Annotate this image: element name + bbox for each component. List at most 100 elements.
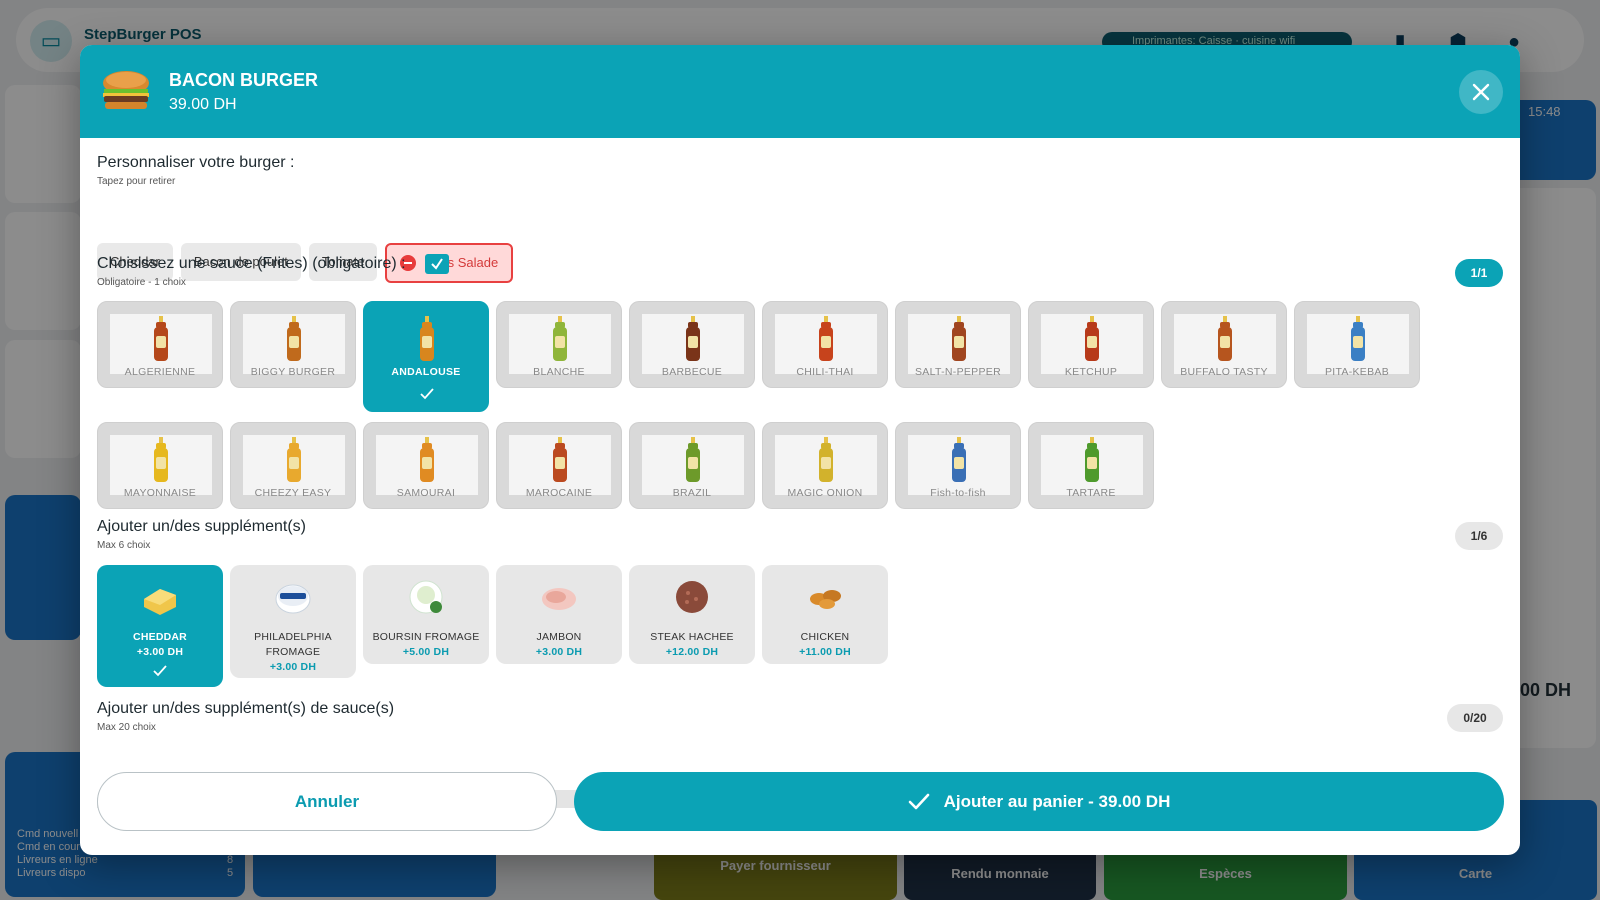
sauce-bottle-image <box>110 435 212 495</box>
supplement-image <box>810 590 841 609</box>
supplement-option-chicken[interactable]: CHICKEN +11.00 DH <box>762 565 888 664</box>
sauce-option-label: KETCHUP <box>1064 366 1118 378</box>
supplement-label: JAMBON +3.00 DH <box>500 630 618 660</box>
sauce-option-samourai[interactable]: SAMOURAI <box>363 422 489 509</box>
sauce-bottle-icon <box>420 437 434 482</box>
supplement-label: PHILADELPHIA FROMAGE +3.00 DH <box>234 630 352 675</box>
sauce-bottle-icon <box>287 316 301 361</box>
sauce-bottle-image <box>908 435 1010 495</box>
supplement-price: +3.00 DH <box>269 661 317 673</box>
sauce-bottle-image <box>642 435 744 495</box>
close-icon <box>1472 83 1490 101</box>
sauce-bottle-icon <box>154 316 168 361</box>
sauce-bottle-icon <box>154 437 168 482</box>
sauce-bottle-icon <box>420 316 434 361</box>
sauce-option-label: MAROCAINE <box>525 487 593 499</box>
sauce-supplements-title: Ajouter un/des supplément(s) de sauce(s) <box>97 700 395 717</box>
supplement-image <box>275 584 311 614</box>
sauce-option-label: TARTARE <box>1066 487 1116 499</box>
supplement-name: STEAK HACHEE <box>650 631 734 643</box>
sauce-title: Choisissez une sauce (Frites) (obligatoi… <box>97 255 406 272</box>
sauce-option-brazil[interactable]: BRAZIL <box>629 422 755 509</box>
sauce-option-label: ALGERIENNE <box>124 366 196 378</box>
sauce-option-label: BUFFALO TASTY <box>1180 366 1268 378</box>
sauce-option-tartare[interactable]: TARTARE <box>1028 422 1154 509</box>
sauce-bottle-image <box>775 314 877 374</box>
sauce-bottle-icon <box>819 437 833 482</box>
close-button[interactable] <box>1459 70 1503 114</box>
sauce-option-biggy-burger[interactable]: BIGGY BURGER <box>230 301 356 388</box>
sauce-option-label: MAGIC ONION <box>787 487 863 499</box>
supplement-price: +12.00 DH <box>665 646 719 658</box>
add-to-cart-label: Ajouter au panier - 39.00 DH <box>943 791 1171 811</box>
sauce-bottle-image <box>908 314 1010 374</box>
sauce-option-chili-thai[interactable]: CHILI-THAI <box>762 301 888 388</box>
supplement-label: STEAK HACHEE +12.00 DH <box>633 630 751 660</box>
sauce-option-andalouse[interactable]: ANDALOUSE <box>363 301 489 412</box>
product-title: BACON BURGER <box>169 70 319 90</box>
customize-title: Personnaliser votre burger : <box>97 154 295 171</box>
sauce-option-salt-n-pepper[interactable]: SALT-N-PEPPER <box>895 301 1021 388</box>
sauce-option-blanche[interactable]: BLANCHE <box>496 301 622 388</box>
supplements-subtitle: Max 6 choix <box>97 540 151 551</box>
sauce-bottle-icon <box>952 316 966 361</box>
burger-icon <box>103 71 149 109</box>
sauce-bottle-image <box>243 435 345 495</box>
supplement-image <box>676 581 708 613</box>
sauce-option-mayonnaise[interactable]: MAYONNAISE <box>97 422 223 509</box>
supplement-name: CHICKEN <box>800 631 850 643</box>
sauce-option-label: SAMOURAI <box>396 487 456 499</box>
supplement-option-jambon[interactable]: JAMBON +3.00 DH <box>496 565 622 664</box>
supplement-option-steak-hachee[interactable]: STEAK HACHEE +12.00 DH <box>629 565 755 664</box>
sauce-option-label: SALT-N-PEPPER <box>915 366 1001 378</box>
supplements-count-badge: 1/6 <box>1455 522 1503 550</box>
sauce-option-cheezy-easy[interactable]: CHEEZY EASY <box>230 422 356 509</box>
sauce-bottle-icon <box>553 316 567 361</box>
sauce-bottle-image <box>509 435 611 495</box>
sauce-bottle-icon <box>952 437 966 482</box>
supplement-label: CHEDDAR +3.00 DH <box>101 630 219 660</box>
modal-body[interactable]: Personnaliser votre burger : Tapez pour … <box>80 138 1520 808</box>
sauce-option-algerienne[interactable]: ALGERIENNE <box>97 301 223 388</box>
supplement-label: CHICKEN +11.00 DH <box>766 630 884 660</box>
sauce-option-ketchup[interactable]: KETCHUP <box>1028 301 1154 388</box>
sauce-bottle-icon <box>1085 316 1099 361</box>
sauce-count-badge: 1/1 <box>1455 259 1503 287</box>
supplement-option-boursin-fromage[interactable]: BOURSIN FROMAGE +5.00 DH <box>363 565 489 664</box>
customize-subtitle: Tapez pour retirer <box>97 176 176 187</box>
sauce-option-label: Fish-to-fish <box>930 487 986 499</box>
sauce-supplements-count-badge: 0/20 <box>1447 704 1503 732</box>
sauce-bottle-image <box>1041 435 1143 495</box>
sauce-bottle-image <box>509 314 611 374</box>
supplement-price: +5.00 DH <box>402 646 450 658</box>
sauce-supplements-subtitle: Max 20 choix <box>97 722 156 733</box>
supplement-image <box>542 588 576 610</box>
sauce-bottle-image <box>1041 314 1143 374</box>
sauce-option-pita-kebab[interactable]: PITA-KEBAB <box>1294 301 1420 388</box>
sauce-option-fish-to-fish[interactable]: Fish-to-fish <box>895 422 1021 509</box>
sauce-option-barbecue[interactable]: BARBECUE <box>629 301 755 388</box>
sauce-option-label: CHEEZY EASY <box>254 487 332 499</box>
supplement-option-cheddar[interactable]: CHEDDAR +3.00 DH <box>97 565 223 687</box>
sauce-bottle-image <box>376 314 478 374</box>
supplement-image <box>144 589 176 615</box>
modal-footer: Annuler Ajouter au panier - 39.00 DH <box>80 772 1520 855</box>
sauce-bottle-icon <box>686 316 700 361</box>
sauce-option-buffalo-tasty[interactable]: BUFFALO TASTY <box>1161 301 1287 388</box>
sauce-option-label: BRAZIL <box>672 487 712 499</box>
supplement-name: CHEDDAR <box>133 631 187 643</box>
supplement-name: BOURSIN FROMAGE <box>372 631 480 643</box>
supplement-option-philadelphia-fromage[interactable]: PHILADELPHIA FROMAGE +3.00 DH <box>230 565 356 678</box>
sauce-option-label: BIGGY BURGER <box>250 366 336 378</box>
supplement-label: BOURSIN FROMAGE +5.00 DH <box>367 630 485 660</box>
add-to-cart-button[interactable]: Ajouter au panier - 39.00 DH <box>574 772 1504 831</box>
cancel-button[interactable]: Annuler <box>97 772 557 831</box>
sauce-bottle-image <box>376 435 478 495</box>
sauce-complete-checkbox <box>425 254 449 274</box>
sauce-bottle-icon <box>819 316 833 361</box>
sauce-option-magic-onion[interactable]: MAGIC ONION <box>762 422 888 509</box>
sauce-bottle-image <box>775 435 877 495</box>
sauce-option-marocaine[interactable]: MAROCAINE <box>496 422 622 509</box>
check-icon <box>908 793 929 809</box>
sauce-bottle-image <box>1174 314 1276 374</box>
